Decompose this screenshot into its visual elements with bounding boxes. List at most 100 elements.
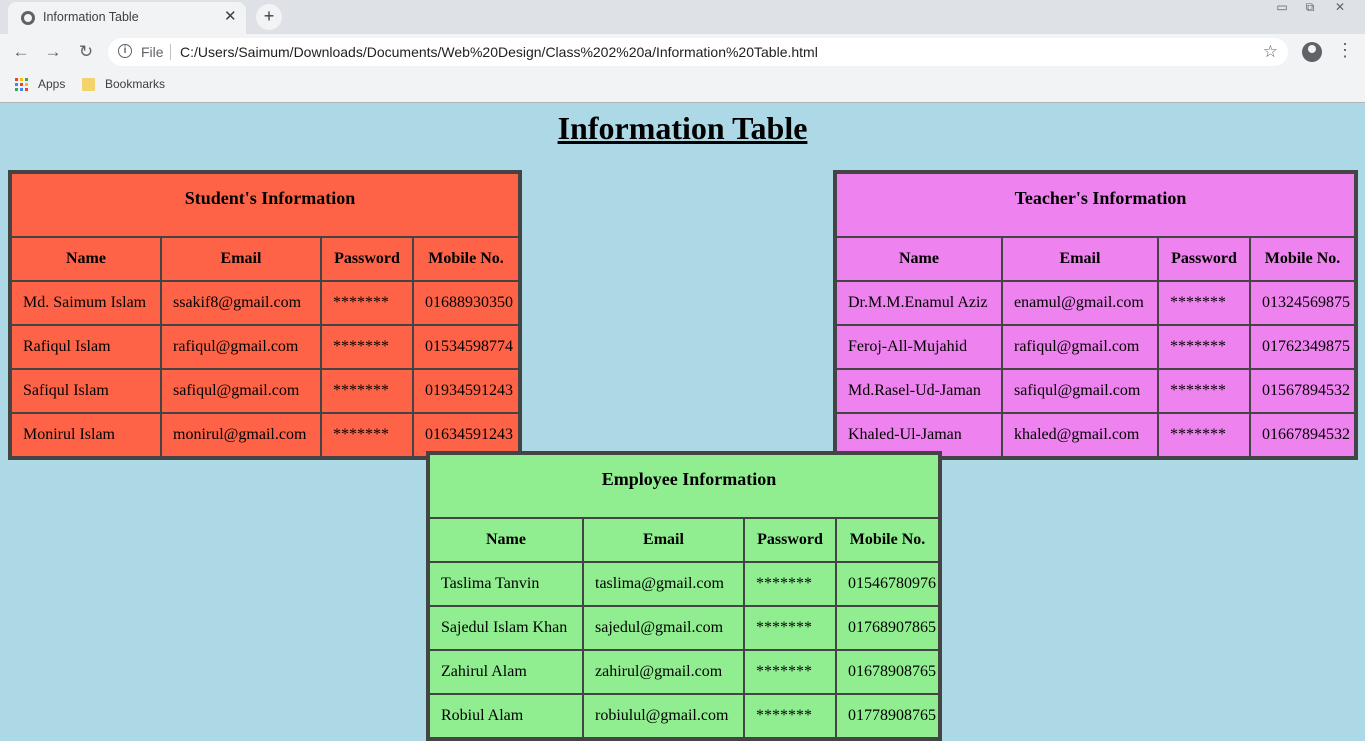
- column-header: Email: [161, 237, 321, 281]
- window-close-icon[interactable]: ✕: [1326, 0, 1354, 18]
- minimize-icon[interactable]: ▭: [1268, 0, 1296, 18]
- tab-title: Information Table: [43, 10, 139, 24]
- url-text[interactable]: C:/Users/Saimum/Downloads/Documents/Web%…: [180, 44, 818, 60]
- name-cell: Dr.M.M.Enamul Aziz: [836, 281, 1002, 325]
- divider: [170, 44, 171, 60]
- password-cell: *******: [744, 562, 836, 606]
- password-cell: *******: [321, 325, 413, 369]
- name-cell: Md.Rasel-Ud-Jaman: [836, 369, 1002, 413]
- bookmark-apps[interactable]: Apps: [38, 77, 65, 91]
- mobile-cell: 01688930350: [413, 281, 519, 325]
- scheme-label: File: [141, 44, 164, 60]
- email-cell: safiqul@gmail.com: [161, 369, 321, 413]
- name-cell: Safiqul Islam: [11, 369, 161, 413]
- tab-close-icon[interactable]: ✕: [224, 7, 237, 25]
- toolbar: ← → ↻ i File C:/Users/Saimum/Downloads/D…: [0, 34, 1365, 70]
- table-row: Robiul Alam robiulul@gmail.com ******* 0…: [429, 694, 939, 738]
- password-cell: *******: [321, 281, 413, 325]
- password-cell: *******: [1158, 413, 1250, 457]
- column-header: Email: [1002, 237, 1158, 281]
- employees-table: Employee Information Name Email Password…: [426, 451, 942, 741]
- name-cell: Monirul Islam: [11, 413, 161, 457]
- table-row: Rafiqul Islam rafiqul@gmail.com ******* …: [11, 325, 519, 369]
- column-header: Name: [836, 237, 1002, 281]
- address-bar[interactable]: i File C:/Users/Saimum/Downloads/Documen…: [108, 38, 1288, 66]
- teachers-table: Teacher's Information Name Email Passwor…: [833, 170, 1358, 460]
- mobile-cell: 01762349875: [1250, 325, 1355, 369]
- email-cell: monirul@gmail.com: [161, 413, 321, 457]
- name-cell: Rafiqul Islam: [11, 325, 161, 369]
- apps-icon[interactable]: [15, 78, 28, 91]
- browser-chrome: Information Table ✕ + ▭ ⧉ ✕ ← → ↻ i File…: [0, 0, 1365, 103]
- mobile-cell: 01667894532: [1250, 413, 1355, 457]
- page-title: Information Table: [557, 110, 808, 146]
- email-cell: safiqul@gmail.com: [1002, 369, 1158, 413]
- column-header: Mobile No.: [836, 518, 939, 562]
- email-cell: robiulul@gmail.com: [583, 694, 744, 738]
- name-cell: Feroj-All-Mujahid: [836, 325, 1002, 369]
- password-cell: *******: [321, 369, 413, 413]
- email-cell: rafiqul@gmail.com: [161, 325, 321, 369]
- tab-strip: Information Table ✕ + ▭ ⧉ ✕: [0, 0, 1365, 34]
- password-cell: *******: [1158, 281, 1250, 325]
- name-cell: Zahirul Alam: [429, 650, 583, 694]
- mobile-cell: 01546780976: [836, 562, 939, 606]
- students-table: Student's Information Name Email Passwor…: [8, 170, 522, 460]
- bookmark-folder[interactable]: Bookmarks: [105, 77, 165, 91]
- browser-tab[interactable]: Information Table ✕: [8, 2, 246, 34]
- column-header: Password: [744, 518, 836, 562]
- mobile-cell: 01934591243: [413, 369, 519, 413]
- table-row: Zahirul Alam zahirul@gmail.com ******* 0…: [429, 650, 939, 694]
- email-cell: enamul@gmail.com: [1002, 281, 1158, 325]
- table-caption: Student's Information: [11, 173, 519, 237]
- new-tab-button[interactable]: +: [256, 4, 282, 30]
- password-cell: *******: [321, 413, 413, 457]
- forward-icon[interactable]: →: [41, 40, 65, 64]
- reload-icon[interactable]: ↻: [74, 40, 98, 64]
- password-cell: *******: [1158, 325, 1250, 369]
- bookmarks-bar: Apps Bookmarks: [0, 70, 1365, 102]
- password-cell: *******: [744, 694, 836, 738]
- column-header: Email: [583, 518, 744, 562]
- email-cell: zahirul@gmail.com: [583, 650, 744, 694]
- column-header: Mobile No.: [1250, 237, 1355, 281]
- info-icon[interactable]: i: [118, 44, 132, 58]
- password-cell: *******: [744, 650, 836, 694]
- more-menu-icon[interactable]: ⋮: [1336, 40, 1354, 61]
- table-row: Taslima Tanvin taslima@gmail.com *******…: [429, 562, 939, 606]
- name-cell: Robiul Alam: [429, 694, 583, 738]
- bookmark-star-icon[interactable]: ☆: [1263, 42, 1278, 62]
- table-row: Dr.M.M.Enamul Aziz enamul@gmail.com ****…: [836, 281, 1355, 325]
- name-cell: Taslima Tanvin: [429, 562, 583, 606]
- mobile-cell: 01324569875: [1250, 281, 1355, 325]
- table-row: Feroj-All-Mujahid rafiqul@gmail.com ****…: [836, 325, 1355, 369]
- column-header: Name: [11, 237, 161, 281]
- email-cell: rafiqul@gmail.com: [1002, 325, 1158, 369]
- folder-icon: [82, 78, 95, 91]
- email-cell: khaled@gmail.com: [1002, 413, 1158, 457]
- table-row: Sajedul Islam Khan sajedul@gmail.com ***…: [429, 606, 939, 650]
- table-caption: Employee Information: [429, 454, 939, 518]
- mobile-cell: 01768907865: [836, 606, 939, 650]
- column-header: Mobile No.: [413, 237, 519, 281]
- mobile-cell: 01567894532: [1250, 369, 1355, 413]
- email-cell: sajedul@gmail.com: [583, 606, 744, 650]
- table-row: Md.Rasel-Ud-Jaman safiqul@gmail.com ****…: [836, 369, 1355, 413]
- profile-icon[interactable]: [1302, 42, 1322, 62]
- globe-icon: [21, 11, 35, 25]
- column-header: Name: [429, 518, 583, 562]
- email-cell: taslima@gmail.com: [583, 562, 744, 606]
- name-cell: Md. Saimum Islam: [11, 281, 161, 325]
- table-row: Safiqul Islam safiqul@gmail.com ******* …: [11, 369, 519, 413]
- back-icon[interactable]: ←: [9, 40, 33, 64]
- restore-icon[interactable]: ⧉: [1296, 0, 1324, 18]
- password-cell: *******: [744, 606, 836, 650]
- mobile-cell: 01778908765: [836, 694, 939, 738]
- column-header: Password: [321, 237, 413, 281]
- column-header: Password: [1158, 237, 1250, 281]
- name-cell: Sajedul Islam Khan: [429, 606, 583, 650]
- email-cell: ssakif8@gmail.com: [161, 281, 321, 325]
- mobile-cell: 01534598774: [413, 325, 519, 369]
- table-caption: Teacher's Information: [836, 173, 1355, 237]
- table-row: Md. Saimum Islam ssakif8@gmail.com *****…: [11, 281, 519, 325]
